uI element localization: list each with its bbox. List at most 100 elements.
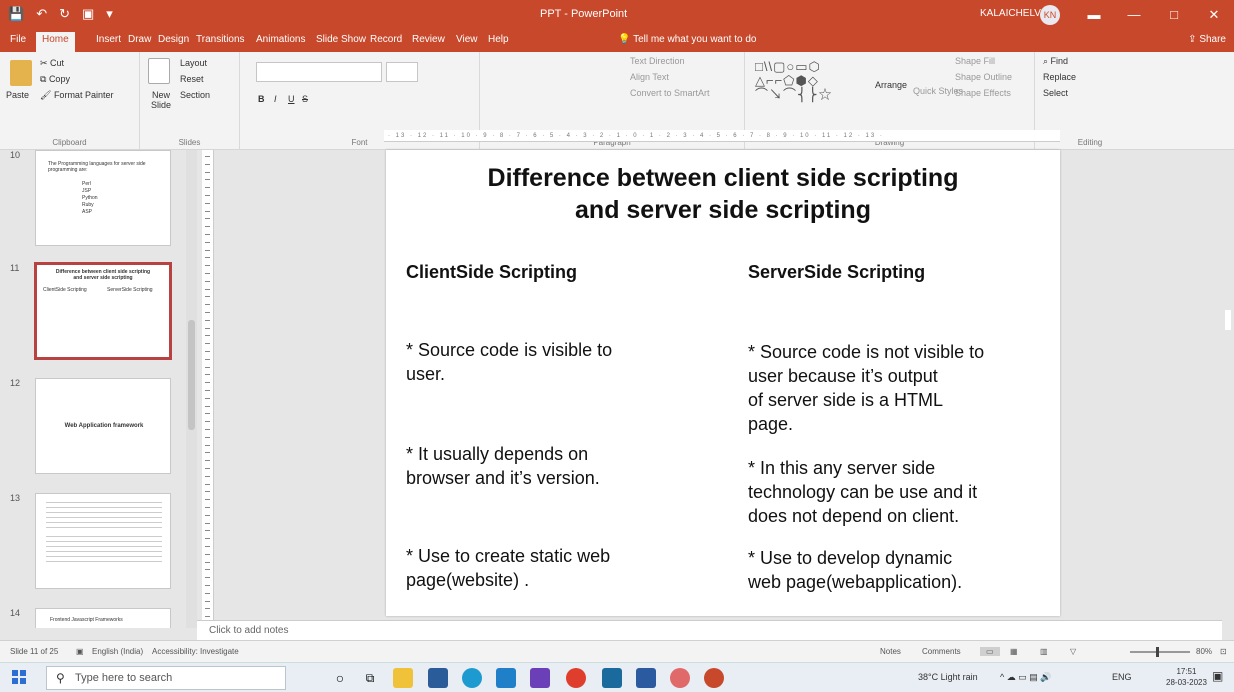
redo-icon[interactable]: ↻	[59, 6, 70, 22]
thumbnail-scrollbar-thumb[interactable]	[188, 320, 195, 430]
reset-button[interactable]: Reset	[180, 74, 204, 84]
tab-file[interactable]: File	[10, 34, 26, 45]
powerpoint-icon[interactable]	[704, 668, 724, 688]
notes-button[interactable]: Notes	[880, 647, 901, 656]
paste-icon[interactable]	[10, 60, 32, 86]
app-icon[interactable]	[670, 668, 690, 688]
convert-smartart-button[interactable]: Convert to SmartArt	[630, 88, 710, 98]
slide-thumbnail-13[interactable]	[35, 493, 171, 589]
comments-button[interactable]: Comments	[922, 647, 961, 656]
avatar[interactable]: KN	[1040, 5, 1060, 25]
layout-button[interactable]: Layout	[180, 58, 207, 68]
file-explorer-icon[interactable]	[393, 668, 413, 688]
editor-scrollbar-thumb[interactable]	[1225, 310, 1231, 330]
new-slide-icon[interactable]	[148, 58, 170, 84]
app-icon[interactable]	[530, 668, 550, 688]
zoom-slider-knob[interactable]	[1156, 647, 1159, 657]
reading-view-icon[interactable]: ▥	[1040, 647, 1048, 656]
slide-sorter-icon[interactable]: ▦	[1010, 647, 1018, 656]
language-indicator[interactable]: English (India)	[92, 647, 143, 656]
underline-button[interactable]: U	[288, 94, 295, 104]
slide-title[interactable]: Difference between client side scripting…	[416, 162, 1030, 226]
close-icon[interactable]: ✕	[1194, 0, 1234, 30]
editor-scrollbar[interactable]	[1222, 150, 1234, 628]
minimize-icon[interactable]: —	[1114, 0, 1154, 30]
store-icon[interactable]	[496, 668, 516, 688]
fit-slide-icon[interactable]: ⊡	[1220, 647, 1227, 656]
tab-transitions[interactable]: Transitions	[196, 34, 245, 45]
tab-slide-show[interactable]: Slide Show	[316, 34, 366, 45]
shape-fill-button[interactable]: Shape Fill	[955, 56, 995, 66]
paste-button[interactable]: Paste	[6, 90, 29, 100]
taskbar-clock[interactable]: 17:51 28-03-2023	[1166, 666, 1207, 688]
tab-draw[interactable]: Draw	[128, 34, 151, 45]
client-bullet[interactable]: * It usually depends on browser and it’s…	[406, 442, 600, 490]
taskbar-search[interactable]: ⚲ Type here to search	[46, 666, 286, 690]
bold-button[interactable]: B	[258, 94, 265, 104]
weather-widget[interactable]: 38°C Light rain	[918, 672, 978, 682]
maximize-icon[interactable]: □	[1154, 0, 1194, 30]
tab-view[interactable]: View	[456, 34, 478, 45]
format-painter-button[interactable]: 🖌 Format Painter	[40, 90, 113, 101]
customize-toolbar-icon[interactable]: ▾	[106, 6, 113, 22]
slide-thumbnail-11[interactable]: Difference between client side scripting…	[34, 262, 172, 360]
server-bullet[interactable]: * In this any server side technology can…	[748, 456, 977, 528]
task-view-icon[interactable]: ⧉	[360, 668, 380, 688]
app-icon[interactable]	[602, 668, 622, 688]
text-direction-button[interactable]: Text Direction	[630, 56, 685, 66]
shape-effects-button[interactable]: Shape Effects	[955, 88, 1011, 98]
slideshow-icon[interactable]: ▽	[1070, 647, 1076, 656]
tab-insert[interactable]: Insert	[96, 34, 121, 45]
normal-view-icon[interactable]: ▭	[980, 647, 1000, 656]
notifications-icon[interactable]: ▣	[1212, 669, 1223, 683]
shape-outline-button[interactable]: Shape Outline	[955, 72, 1012, 82]
tab-animations[interactable]: Animations	[256, 34, 305, 45]
copy-button[interactable]: ⧉ Copy	[40, 74, 70, 85]
cortana-icon[interactable]: ○	[330, 668, 350, 688]
thumbnail-scrollbar[interactable]	[186, 150, 197, 628]
cut-button[interactable]: ✂ Cut	[40, 58, 64, 69]
replace-button[interactable]: Replace	[1043, 72, 1076, 82]
slide-thumbnail-12[interactable]: Web Application framework	[35, 378, 171, 474]
select-button[interactable]: Select	[1043, 88, 1068, 98]
windows-start-icon[interactable]	[12, 670, 26, 684]
find-button[interactable]: ⌕ Find	[1043, 56, 1068, 67]
tray-icons[interactable]: ^ ☁ ▭ ▤ 🔊	[1000, 672, 1051, 683]
input-language[interactable]: ENG	[1112, 672, 1132, 682]
share-button[interactable]: ⇪ Share	[1188, 34, 1226, 45]
ribbon-display-options-icon[interactable]: ▬	[1074, 0, 1114, 30]
client-bullet[interactable]: * Use to create static web page(website)…	[406, 544, 610, 592]
accessibility-status[interactable]: Accessibility: Investigate	[152, 647, 239, 656]
tab-review[interactable]: Review	[412, 34, 445, 45]
edge-icon[interactable]	[462, 668, 482, 688]
italic-button[interactable]: I	[274, 94, 277, 104]
save-icon[interactable]: 💾	[8, 6, 24, 22]
spellcheck-icon[interactable]: ▣	[76, 647, 84, 656]
tell-me-search[interactable]: 💡 Tell me what you want to do	[618, 34, 756, 45]
new-slide-button[interactable]: New Slide	[144, 90, 178, 110]
shapes-gallery[interactable]: □\\▢○▭⬡ △⌐⌐⬠⬢◇ ⌒↘⌒⎨⎬☆	[755, 60, 832, 102]
slide-canvas[interactable]: Difference between client side scripting…	[386, 150, 1060, 616]
font-name-input[interactable]	[256, 62, 382, 82]
client-side-heading[interactable]: ClientSide Scripting	[406, 262, 577, 283]
notes-pane[interactable]: Click to add notes	[197, 620, 1222, 640]
tab-home[interactable]: Home	[36, 32, 75, 52]
server-side-heading[interactable]: ServerSide Scripting	[748, 262, 925, 283]
tab-design[interactable]: Design	[158, 34, 189, 45]
client-bullet[interactable]: * Source code is visible to user.	[406, 338, 612, 386]
chrome-icon[interactable]	[566, 668, 586, 688]
font-size-input[interactable]	[386, 62, 418, 82]
section-button[interactable]: Section	[180, 90, 210, 100]
mail-icon[interactable]	[636, 668, 656, 688]
photos-icon[interactable]	[428, 668, 448, 688]
strikethrough-button[interactable]: S	[302, 94, 308, 104]
start-from-beginning-icon[interactable]: ▣	[82, 6, 94, 22]
undo-icon[interactable]: ↶	[36, 6, 47, 22]
tab-help[interactable]: Help	[488, 34, 509, 45]
server-bullet[interactable]: * Use to develop dynamic web page(webapp…	[748, 546, 962, 594]
arrange-button[interactable]: Arrange	[875, 80, 907, 90]
notes-placeholder[interactable]: Click to add notes	[209, 625, 289, 636]
slide-thumbnail-10[interactable]: The Programming languages for server sid…	[35, 150, 171, 246]
tab-record[interactable]: Record	[370, 34, 402, 45]
zoom-slider[interactable]	[1130, 651, 1190, 653]
